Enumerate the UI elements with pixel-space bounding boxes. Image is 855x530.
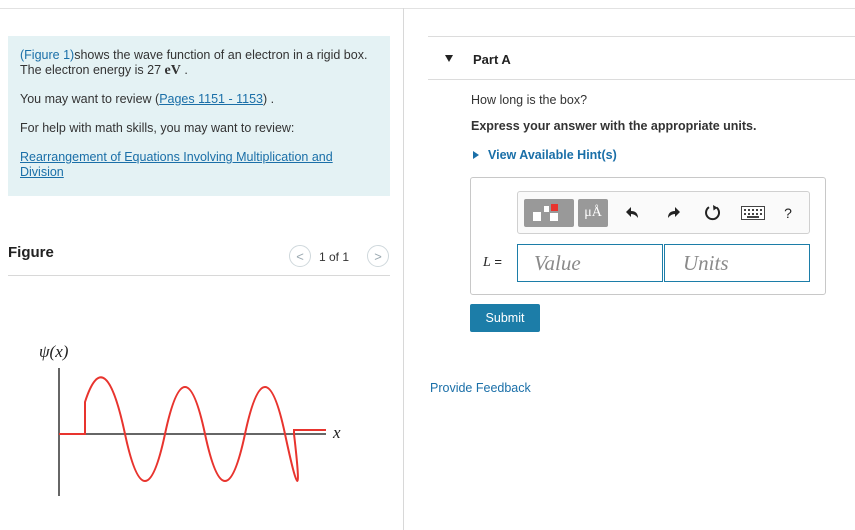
chevron-left-icon: < — [296, 248, 304, 264]
figure-counter: 1 of 1 — [319, 250, 350, 264]
problem-intro: (Figure 1)shows the wave function of an … — [8, 36, 390, 196]
part-a-header[interactable]: Part A — [428, 36, 855, 80]
previous-figure-button[interactable]: < — [289, 245, 311, 267]
figure-link[interactable]: (Figure 1) — [20, 48, 74, 62]
question-text: How long is the box? — [471, 93, 588, 107]
review-pages-link[interactable]: Pages 1151 - 1153 — [159, 92, 263, 106]
answer-equals: = — [490, 254, 503, 269]
provide-feedback-link[interactable]: Provide Feedback — [430, 381, 531, 395]
answer-label: L = — [483, 254, 502, 271]
instruction-text: Express your answer with the appropriate… — [471, 119, 757, 133]
energy-unit: eV — [164, 63, 181, 78]
equation-toolbar: μÅ ? — [517, 191, 810, 234]
y-axis-label: ψ(x) — [39, 342, 69, 361]
review-text: You may want to review (Pages 1151 - 115… — [20, 92, 378, 107]
figure-title: Figure — [8, 244, 54, 261]
view-hints-link[interactable]: View Available Hint(s) — [471, 148, 617, 162]
templates-icon — [533, 204, 558, 221]
help-icon: ? — [784, 205, 792, 221]
help-button[interactable]: ? — [778, 199, 798, 227]
value-input[interactable] — [517, 244, 663, 282]
x-axis-label: x — [332, 423, 341, 442]
intro-end: . — [180, 63, 188, 77]
wave-curve — [59, 376, 299, 482]
submit-button[interactable]: Submit — [470, 304, 540, 332]
reset-button[interactable] — [702, 199, 724, 227]
math-skills-link[interactable]: Rearrangement of Equations Involving Mul… — [20, 150, 333, 179]
answer-box: μÅ ? L = Value Units — [470, 177, 826, 295]
wave-function-figure: ψ(x) x — [39, 342, 341, 496]
part-title: Part A — [473, 52, 511, 67]
review-prefix: You may want to review ( — [20, 92, 160, 106]
top-divider — [0, 8, 855, 9]
answer-variable: L — [483, 255, 491, 270]
intro-text: (Figure 1)shows the wave function of an … — [20, 48, 378, 78]
redo-button[interactable] — [662, 199, 684, 227]
hint-label: View Available Hint(s) — [488, 148, 617, 162]
templates-button[interactable] — [524, 199, 574, 227]
column-divider — [403, 8, 404, 530]
reset-icon — [705, 205, 721, 221]
review-suffix: ) . — [262, 92, 275, 106]
figure-header: Figure < 1 of 1 > — [8, 242, 390, 276]
undo-icon — [626, 207, 638, 218]
units-icon: μÅ — [584, 205, 602, 220]
keyboard-icon — [741, 206, 765, 220]
caret-right-icon — [473, 151, 479, 159]
keyboard-button[interactable] — [740, 199, 766, 227]
redo-icon — [668, 207, 680, 218]
units-button[interactable]: μÅ — [578, 199, 608, 227]
chevron-right-icon: > — [374, 248, 382, 264]
next-figure-button[interactable]: > — [367, 245, 389, 267]
caret-down-icon — [445, 55, 453, 62]
math-help-text: For help with math skills, you may want … — [20, 121, 295, 135]
units-input[interactable] — [664, 244, 810, 282]
undo-button[interactable] — [622, 199, 644, 227]
